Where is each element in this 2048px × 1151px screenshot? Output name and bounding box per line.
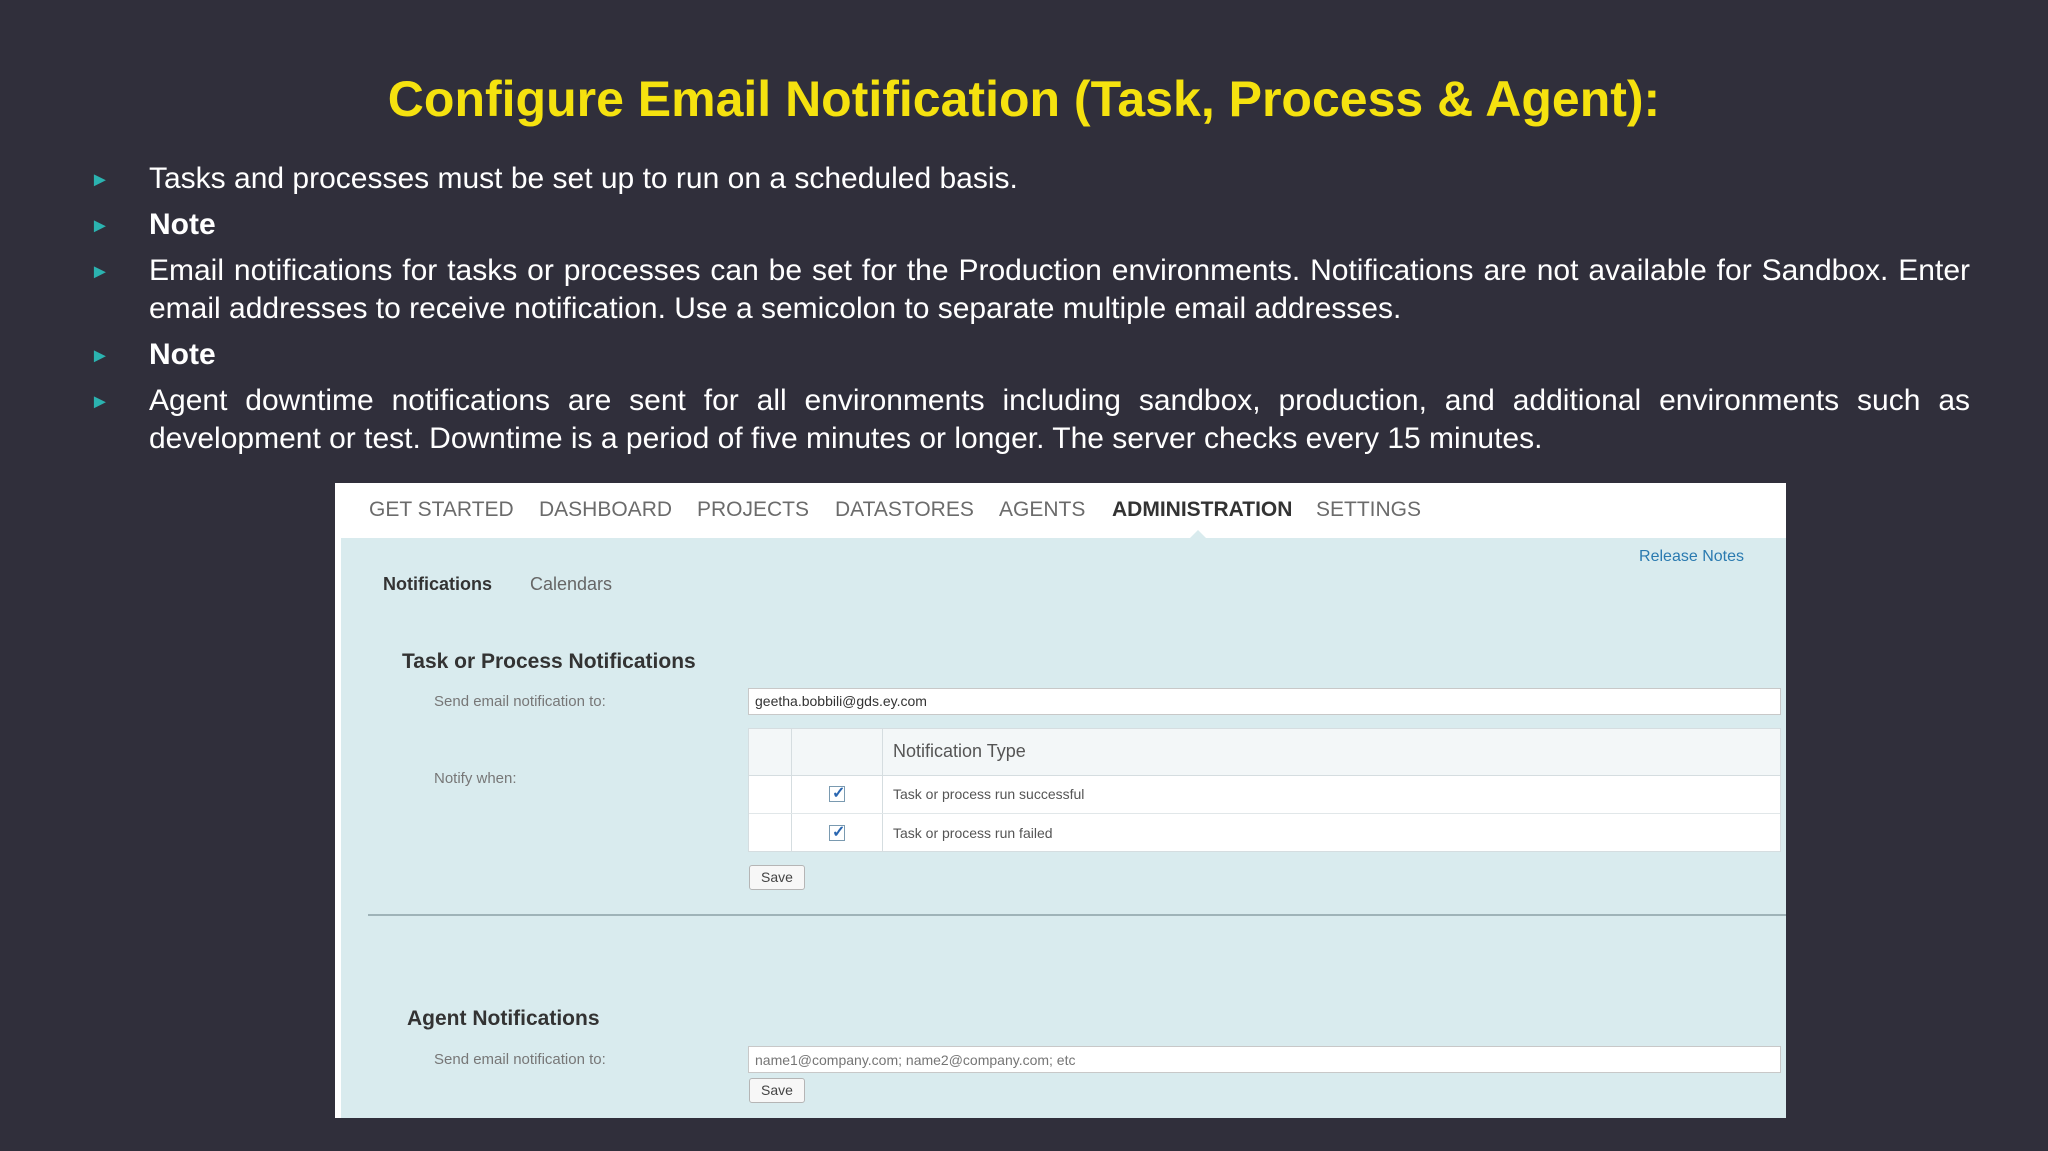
nav-get-started[interactable]: GET STARTED <box>369 498 514 522</box>
slide-title: Configure Email Notification (Task, Proc… <box>387 71 1661 127</box>
agent-send-label: Send email notification to: <box>434 1051 606 1068</box>
failed-row-label: Task or process run failed <box>893 825 1053 841</box>
bullet-item: ► Tasks and processes must be set up to … <box>90 160 1970 198</box>
notify-when-label: Notify when: <box>434 770 517 787</box>
task-save-button[interactable]: Save <box>749 865 805 890</box>
agent-email-input[interactable] <box>748 1046 1781 1073</box>
triangle-bullet-icon: ► <box>90 345 110 367</box>
bullet-item: ► Note <box>90 206 1970 244</box>
notification-type-header: Notification Type <box>893 741 1026 761</box>
triangle-bullet-icon: ► <box>90 215 110 237</box>
check-icon: ✓ <box>832 785 846 802</box>
agent-notifications-title: Agent Notifications <box>407 1007 600 1030</box>
bullet-list: ► Tasks and processes must be set up to … <box>90 160 1970 466</box>
top-nav: GET STARTED DASHBOARD PROJECTS DATASTORE… <box>335 483 1786 539</box>
bullet-text: Agent downtime notifications are sent fo… <box>149 384 1970 455</box>
triangle-bullet-icon: ► <box>90 169 110 191</box>
bullet-item: ► Note <box>90 336 1970 374</box>
bullet-item: ► Agent downtime notifications are sent … <box>90 382 1970 458</box>
triangle-bullet-icon: ► <box>90 261 110 283</box>
nav-agents[interactable]: AGENTS <box>999 498 1085 522</box>
failed-checkbox[interactable]: ✓ <box>829 824 846 841</box>
bullet-text: Tasks and processes must be set up to ru… <box>149 162 1018 195</box>
nav-dashboard[interactable]: DASHBOARD <box>539 498 672 522</box>
bullet-text: Note <box>149 208 216 241</box>
nav-settings[interactable]: SETTINGS <box>1316 498 1421 522</box>
table-row: ✓ Task or process run failed <box>749 814 1780 852</box>
nav-projects[interactable]: PROJECTS <box>697 498 809 522</box>
success-row-label: Task or process run successful <box>893 786 1085 802</box>
task-notifications-title: Task or Process Notifications <box>402 650 696 673</box>
bullet-text: Note <box>149 338 216 371</box>
nav-administration[interactable]: ADMINISTRATION <box>1112 498 1292 522</box>
task-email-input[interactable]: geetha.bobbili@gds.ey.com <box>748 688 1781 715</box>
agent-save-button[interactable]: Save <box>749 1078 805 1103</box>
task-send-label: Send email notification to: <box>434 693 606 710</box>
admin-content: Release Notes Notifications Calendars Ta… <box>341 538 1786 1118</box>
nav-datastores[interactable]: DATASTORES <box>835 498 974 522</box>
bullet-text: Email notifications for tasks or process… <box>149 254 1970 325</box>
section-divider <box>368 914 1786 916</box>
table-row: ✓ Task or process run successful <box>749 775 1780 814</box>
triangle-bullet-icon: ► <box>90 391 110 413</box>
check-icon: ✓ <box>832 824 846 841</box>
notification-type-table: Notification Type ✓ Task or process run … <box>748 728 1781 852</box>
subtab-calendars[interactable]: Calendars <box>530 574 612 595</box>
table-header-row: Notification Type <box>749 729 1780 776</box>
subtab-notifications[interactable]: Notifications <box>383 574 492 595</box>
bullet-item: ► Email notifications for tasks or proce… <box>90 252 1970 328</box>
release-notes-link[interactable]: Release Notes <box>1639 548 1744 566</box>
success-checkbox[interactable]: ✓ <box>829 785 846 802</box>
app-screenshot: GET STARTED DASHBOARD PROJECTS DATASTORE… <box>335 483 1786 1118</box>
